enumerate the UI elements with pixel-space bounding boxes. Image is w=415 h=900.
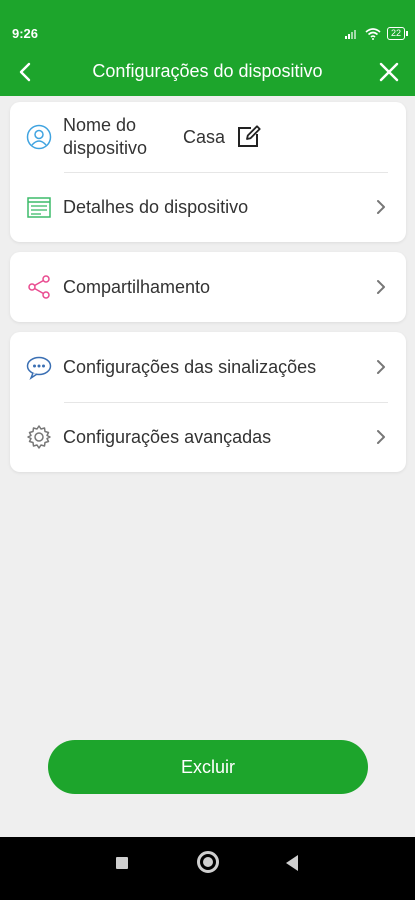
home-icon[interactable] xyxy=(197,851,219,873)
signals-settings-row[interactable]: Configurações das sinalizações xyxy=(10,332,406,402)
gear-icon xyxy=(26,424,52,450)
status-bar: 9:26 22 xyxy=(0,0,415,48)
device-name-row[interactable]: Nome do dispositivo Casa xyxy=(10,102,406,172)
recent-apps-icon[interactable] xyxy=(116,857,128,869)
wifi-icon xyxy=(365,27,381,40)
settings-card: Configurações das sinalizações Configura… xyxy=(10,332,406,472)
signals-settings-label: Configurações das sinalizações xyxy=(63,356,317,377)
nav-back-icon[interactable] xyxy=(286,855,298,871)
edit-icon[interactable] xyxy=(235,124,261,150)
sharing-label: Compartilhamento xyxy=(63,276,211,297)
chevron-right-icon xyxy=(377,200,385,214)
advanced-settings-row[interactable]: Configurações avançadas xyxy=(10,402,406,472)
details-list-icon xyxy=(26,194,52,220)
close-icon[interactable] xyxy=(377,60,401,84)
device-name-label: Nome do dispositivo xyxy=(63,115,148,158)
device-name-value: Casa xyxy=(183,126,226,147)
battery-icon: 22 xyxy=(386,27,409,40)
chevron-right-icon xyxy=(377,430,385,444)
sharing-card: Compartilhamento xyxy=(10,252,406,322)
chevron-right-icon xyxy=(377,280,385,294)
sharing-row[interactable]: Compartilhamento xyxy=(10,252,406,322)
delete-button[interactable]: Excluir xyxy=(48,740,368,794)
chevron-right-icon xyxy=(377,360,385,374)
system-nav-bar xyxy=(0,837,415,900)
person-icon xyxy=(26,124,52,150)
chat-bubble-icon xyxy=(26,354,52,380)
status-time: 9:26 xyxy=(12,26,39,41)
share-icon xyxy=(26,274,52,300)
app-bar: Configurações do dispositivo xyxy=(0,48,415,96)
system-icons: 22 xyxy=(344,27,409,40)
device-info-card: Nome do dispositivo Casa Detalhes do dis… xyxy=(10,102,406,242)
page-title: Configurações do dispositivo xyxy=(92,61,323,81)
signal-icon xyxy=(344,30,356,39)
advanced-settings-label: Configurações avançadas xyxy=(63,426,272,447)
device-details-label: Detalhes do dispositivo xyxy=(63,196,249,217)
device-details-row[interactable]: Detalhes do dispositivo xyxy=(10,172,406,242)
